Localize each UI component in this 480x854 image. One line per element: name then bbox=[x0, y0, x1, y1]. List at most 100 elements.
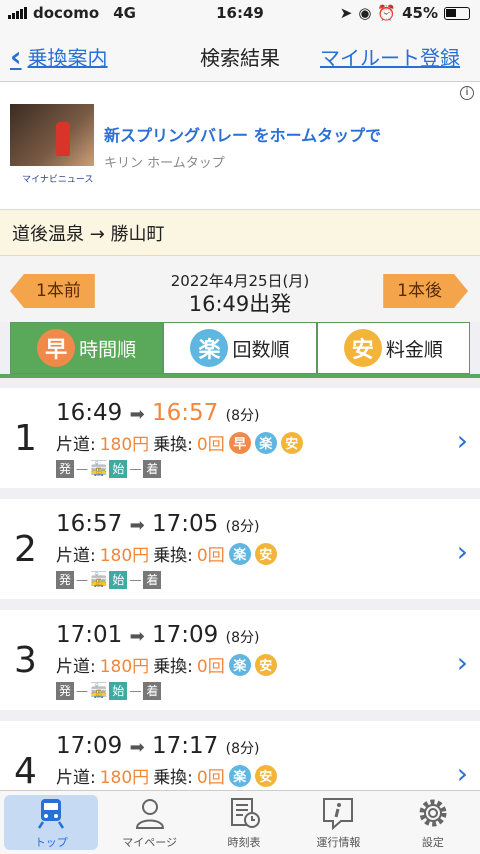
arrive-marker: 着 bbox=[143, 460, 162, 478]
early-badge-icon: 早 bbox=[37, 329, 76, 367]
arrow-right-icon: ➡ bbox=[129, 626, 145, 647]
arrival-time: 16:57 bbox=[152, 400, 219, 426]
bottle-graphic bbox=[56, 122, 70, 156]
chevron-right-icon[interactable]: › bbox=[457, 646, 468, 679]
tab-service-info[interactable]: 運行情報 bbox=[291, 791, 385, 854]
location-icon: ➤ bbox=[339, 4, 353, 22]
departure-time: 17:01 bbox=[56, 622, 123, 648]
easy-badge-icon: 楽 bbox=[254, 431, 277, 454]
tab-label: トップ bbox=[34, 835, 68, 849]
arrive-marker: 着 bbox=[143, 682, 162, 700]
easy-badge-icon: 楽 bbox=[228, 653, 251, 676]
route-result-card[interactable]: 2 16:57 ➡ 17:05 (8分) 片道: 180円 乗換: 0回 楽安 … bbox=[0, 499, 480, 599]
ad-source: マイナビニュース bbox=[22, 175, 94, 185]
tab-bar: トップ マイページ 時刻表 運行情報 設定 bbox=[0, 790, 480, 854]
ad-headline[interactable]: 新スプリングバレー をホームタップで bbox=[104, 122, 381, 146]
departure-time: 16:57 bbox=[56, 511, 123, 537]
duration: (8分) bbox=[225, 408, 260, 424]
fare-value: 180円 bbox=[99, 435, 150, 455]
train-icon: 🚋 bbox=[90, 572, 108, 588]
transfer-label: 乗換: bbox=[153, 546, 193, 566]
duration: (8分) bbox=[225, 630, 260, 646]
transfer-label: 乗換: bbox=[153, 768, 193, 788]
chevron-right-icon[interactable]: › bbox=[457, 535, 468, 568]
arrow-right-icon: ➡ bbox=[129, 404, 145, 425]
train-icon: 🚋 bbox=[90, 461, 108, 477]
route-chain: 発 — 🚋 始 — 着 bbox=[56, 460, 162, 478]
nav-bar: ‹ 乗換案内 検索結果 マイルート登録 bbox=[0, 26, 480, 82]
depart-marker: 発 bbox=[56, 682, 74, 700]
tab-sort-fare[interactable]: 安 料金順 bbox=[316, 322, 470, 374]
arrow-right-icon: ➡ bbox=[129, 737, 145, 758]
route-chain: 発 — 🚋 始 — 着 bbox=[56, 571, 162, 589]
easy-badge-icon: 楽 bbox=[190, 329, 229, 367]
duration: (8分) bbox=[225, 741, 260, 757]
origin-marker: 始 bbox=[109, 571, 128, 589]
fare-value: 180円 bbox=[99, 768, 150, 788]
time-bar: 1本前 2022年4月25日(月) 16:49出発 1本後 bbox=[0, 256, 480, 322]
tab-sort-transfers[interactable]: 楽 回数順 bbox=[163, 322, 317, 374]
result-number: 4 bbox=[14, 751, 37, 792]
battery-percent: 45% bbox=[402, 4, 438, 22]
tab-label: 運行情報 bbox=[316, 835, 361, 849]
tab-sort-time[interactable]: 早 時間順 bbox=[10, 322, 164, 374]
connector: — bbox=[129, 684, 142, 698]
tab-settings[interactable]: 設定 bbox=[386, 791, 480, 854]
arrow-right-icon: ➡ bbox=[129, 515, 145, 536]
connector: — bbox=[129, 462, 142, 476]
ad-info-icon[interactable]: i bbox=[460, 86, 474, 100]
tab-label: 料金順 bbox=[385, 338, 443, 361]
fare-value: 180円 bbox=[99, 546, 150, 566]
sort-tabs: 早 時間順 楽 回数順 安 料金順 bbox=[10, 322, 470, 374]
connector: — bbox=[76, 684, 88, 698]
route-chain: 発 — 🚋 始 — 着 bbox=[56, 682, 162, 700]
ad-image[interactable] bbox=[10, 104, 94, 166]
next-train-button[interactable]: 1本後 bbox=[383, 274, 468, 308]
depart-marker: 発 bbox=[56, 571, 74, 589]
fare-row: 片道: 180円 乗換: 0回 早楽安 bbox=[56, 430, 303, 455]
fare-label: 片道: bbox=[56, 768, 96, 788]
person-icon bbox=[135, 798, 164, 829]
route-result-card[interactable]: 3 17:01 ➡ 17:09 (8分) 片道: 180円 乗換: 0回 楽安 … bbox=[0, 610, 480, 710]
battery-icon bbox=[444, 6, 470, 20]
result-times: 16:57 ➡ 17:05 (8分) bbox=[56, 511, 259, 537]
transfer-value: 0回 bbox=[196, 657, 225, 677]
connector: — bbox=[76, 462, 88, 476]
timetable-icon bbox=[231, 797, 261, 828]
tab-top[interactable]: トップ bbox=[4, 795, 99, 850]
origin-marker: 始 bbox=[109, 460, 128, 478]
fare-label: 片道: bbox=[56, 435, 96, 455]
result-number: 3 bbox=[14, 640, 37, 681]
ad-banner[interactable]: マイナビニュース 新スプリングバレー をホームタップで キリン ホームタップ i bbox=[0, 82, 480, 210]
connector: — bbox=[129, 573, 142, 587]
result-times: 16:49 ➡ 16:57 (8分) bbox=[56, 400, 259, 426]
tab-mypage[interactable]: マイページ bbox=[102, 791, 196, 854]
tab-label: マイページ bbox=[122, 835, 177, 849]
arrival-time: 17:05 bbox=[152, 511, 219, 537]
transfer-value: 0回 bbox=[196, 546, 225, 566]
tab-timetable[interactable]: 時刻表 bbox=[197, 791, 291, 854]
chevron-right-icon[interactable]: › bbox=[457, 757, 468, 790]
tab-label: 時刻表 bbox=[227, 835, 261, 849]
transfer-label: 乗換: bbox=[153, 657, 193, 677]
depart-marker: 発 bbox=[56, 460, 74, 478]
result-list: 1 16:49 ➡ 16:57 (8分) 片道: 180円 乗換: 0回 早楽安… bbox=[0, 388, 480, 832]
result-number: 1 bbox=[14, 418, 37, 459]
cheap-badge-icon: 安 bbox=[254, 542, 277, 565]
train-icon bbox=[38, 798, 65, 829]
easy-badge-icon: 楽 bbox=[228, 542, 251, 565]
gear-icon bbox=[419, 799, 447, 826]
tab-label: 時間順 bbox=[79, 338, 137, 361]
tab-label: 回数順 bbox=[232, 338, 290, 361]
connector: — bbox=[76, 573, 88, 587]
route-summary: 道後温泉 → 勝山町 bbox=[0, 210, 480, 256]
my-route-register-button[interactable]: マイルート登録 bbox=[320, 42, 460, 71]
result-times: 17:09 ➡ 17:17 (8分) bbox=[56, 733, 259, 759]
cheap-badge-icon: 安 bbox=[254, 764, 277, 787]
chevron-right-icon[interactable]: › bbox=[457, 424, 468, 457]
alarm-icon: ⏰ bbox=[377, 4, 397, 22]
route-result-card[interactable]: 1 16:49 ➡ 16:57 (8分) 片道: 180円 乗換: 0回 早楽安… bbox=[0, 388, 480, 488]
transfer-value: 0回 bbox=[196, 435, 225, 455]
transfer-label: 乗換: bbox=[153, 435, 193, 455]
status-bar: docomo 4G 16:49 ➤ ◉ ⏰ 45% bbox=[0, 0, 480, 26]
